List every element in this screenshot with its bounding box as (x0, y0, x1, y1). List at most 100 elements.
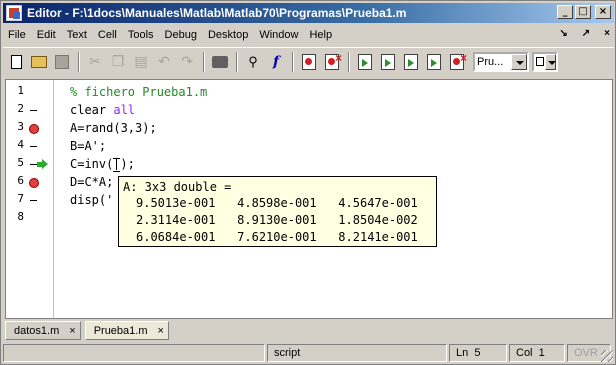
menu-bar: File Edit Text Cell Tools Debug Desktop … (3, 25, 614, 45)
code-line: clear all (70, 101, 135, 119)
executable-line-marker[interactable] (28, 192, 38, 210)
code-keyword: all (113, 103, 136, 117)
step-button[interactable] (354, 51, 376, 73)
execution-arrow-icon (37, 159, 49, 170)
menu-dock-controls: ↘ ↗ × (559, 28, 610, 39)
stack-select[interactable]: Pru... (473, 51, 529, 72)
executable-line-marker[interactable] (28, 102, 38, 120)
line-number: 5 (17, 156, 24, 169)
datatip-row: 6.0684e-001 7.6210e-001 8.2141e-001 (136, 230, 418, 244)
menu-edit[interactable]: Edit (32, 29, 62, 41)
clear-breakpoints-icon (325, 51, 342, 70)
close-icon[interactable]: × (158, 325, 164, 337)
gutter-row: 4 (6, 138, 54, 156)
copy-button[interactable]: ❐ (107, 51, 129, 73)
function-button[interactable]: f (265, 51, 287, 73)
menu-file[interactable]: File (3, 29, 32, 41)
i-beam-cursor-icon (113, 157, 121, 172)
tab-datos1[interactable]: datos1.m × (5, 321, 81, 340)
function-icon: f (272, 53, 280, 70)
code-line: A=rand(3,3); (70, 121, 157, 135)
chevron-down-icon[interactable] (511, 53, 527, 70)
redo-icon: ↷ (181, 53, 193, 69)
redo-button[interactable]: ↷ (176, 51, 198, 73)
close-document-icon[interactable]: × (604, 28, 610, 39)
menu-window[interactable]: Window (254, 29, 304, 41)
menu-cell[interactable]: Cell (93, 29, 123, 41)
new-file-button[interactable] (5, 51, 27, 73)
gutter-row: 3 (6, 120, 54, 138)
step-in-button[interactable] (377, 51, 399, 73)
gutter-row: 8 (6, 210, 54, 228)
status-bar: script Ln 5 Col 1 OVR (3, 343, 614, 363)
gutter-row: 1 (6, 84, 54, 102)
breakpoint-icon[interactable] (28, 120, 39, 138)
menu-desktop[interactable]: Desktop (203, 29, 254, 41)
undock-arrow-icon[interactable]: ↗ (582, 28, 590, 39)
dock-arrow-icon[interactable]: ↘ (559, 28, 567, 39)
status-line-label: Ln (456, 347, 469, 359)
menu-tools[interactable]: Tools (123, 29, 160, 41)
step-out-icon (404, 53, 418, 70)
find-button[interactable]: ⚲ (242, 51, 264, 73)
paste-button[interactable]: ▤ (130, 51, 152, 73)
menu-text[interactable]: Text (62, 29, 93, 41)
resize-grip-icon[interactable] (601, 350, 613, 362)
save-button[interactable] (51, 51, 73, 73)
cut-icon: ✂ (89, 53, 101, 69)
continue-icon (427, 53, 441, 70)
status-mode: script (267, 344, 447, 362)
toolbar: ✂ ❐ ▤ ↶ ↷ ⚲ f Pru... (3, 47, 614, 75)
minimize-button[interactable]: _ (557, 5, 573, 19)
status-col-value: 1 (538, 347, 545, 359)
gutter-row: 6 (6, 174, 54, 192)
variable-datatip: A: 3x3 double = 9.5013e-001 4.8598e-001 … (118, 176, 437, 247)
datatip-row: 9.5013e-001 4.8598e-001 4.5647e-001 (136, 196, 418, 210)
line-number: 3 (17, 120, 24, 133)
tab-label: Prueba1.m (93, 324, 148, 337)
code-line: D=C*A; (70, 175, 114, 189)
datatip-row: 2.3114e-001 8.9130e-001 1.8504e-002 (136, 213, 418, 227)
window-controls: _ □ × (557, 5, 611, 19)
open-button[interactable] (28, 51, 50, 73)
tab-prueba1[interactable]: Prueba1.m × (84, 321, 169, 340)
close-button[interactable]: × (595, 5, 611, 19)
line-number: 6 (17, 174, 24, 187)
stack-select-value: Pru... (477, 55, 504, 68)
step-icon (358, 53, 372, 70)
line-number: 2 (17, 102, 24, 115)
undo-button[interactable]: ↶ (153, 51, 175, 73)
set-breakpoint-button[interactable] (298, 51, 320, 73)
window-layout-icon (536, 57, 545, 66)
title-bar[interactable]: Editor - F:\1docs\Manuales\Matlab\Matlab… (3, 3, 614, 23)
cut-button[interactable]: ✂ (84, 51, 106, 73)
open-folder-icon (31, 55, 47, 68)
maximize-button[interactable]: □ (575, 5, 591, 19)
exit-debug-button[interactable] (446, 51, 468, 73)
chevron-down-icon[interactable] (545, 53, 556, 70)
paste-icon: ▤ (134, 53, 148, 69)
toolbar-separator (203, 51, 205, 72)
set-breakpoint-icon (302, 53, 316, 70)
line-number: 8 (17, 210, 24, 223)
menu-help[interactable]: Help (304, 29, 338, 41)
line-number: 7 (17, 192, 24, 205)
continue-button[interactable] (423, 51, 445, 73)
gutter-row: 2 (6, 102, 54, 120)
code-text: ); (120, 157, 135, 171)
step-out-button[interactable] (400, 51, 422, 73)
toolbar-separator (78, 51, 80, 72)
code-line-current: C=inv(); (70, 155, 135, 173)
clear-breakpoints-button[interactable] (321, 51, 343, 73)
exit-debug-icon (450, 51, 467, 70)
breakpoint-icon[interactable] (28, 174, 39, 192)
toolbar-separator (348, 51, 350, 72)
code-line: B=A'; (70, 139, 107, 153)
status-col-label: Col (516, 347, 533, 359)
layout-dropdown[interactable] (532, 51, 558, 72)
menu-debug[interactable]: Debug (160, 29, 203, 41)
line-gutter[interactable]: 1 2 3 4 5 6 7 8 (6, 80, 54, 318)
executable-line-marker[interactable] (28, 138, 38, 156)
print-button[interactable] (209, 51, 231, 73)
close-icon[interactable]: × (69, 325, 75, 337)
